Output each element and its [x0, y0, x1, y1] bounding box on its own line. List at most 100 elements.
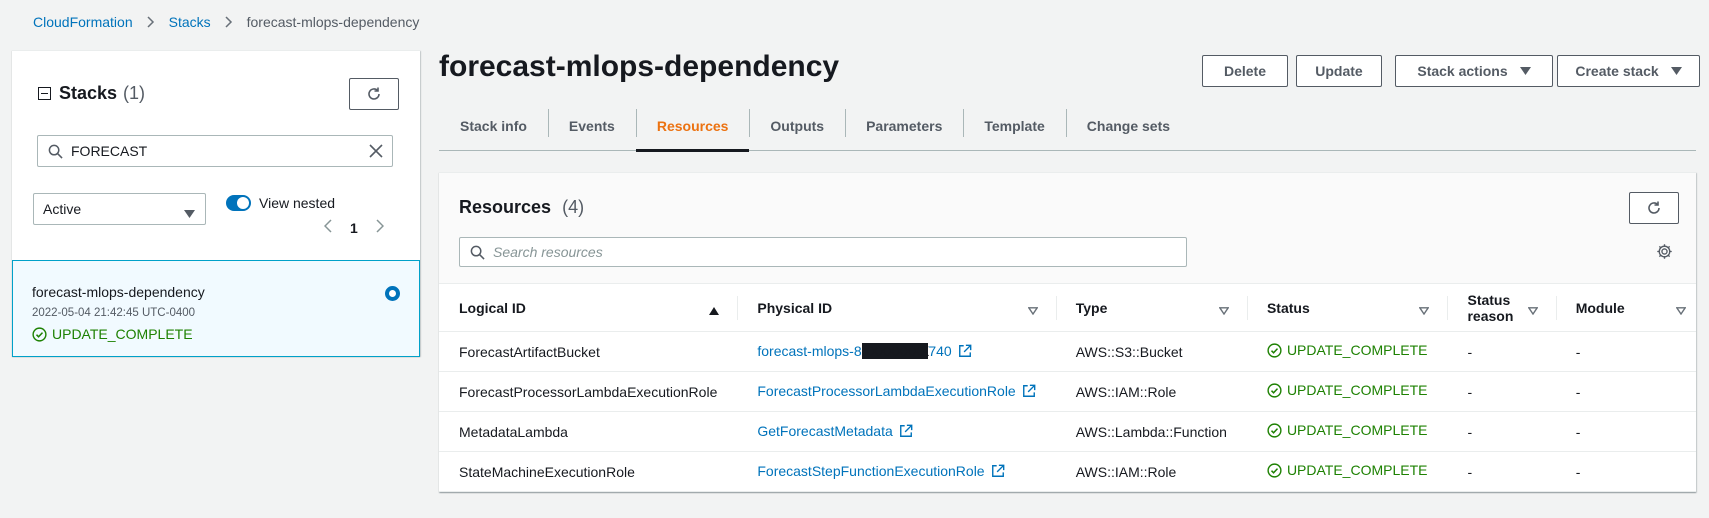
- column-header-module[interactable]: Module: [1555, 283, 1696, 332]
- tab-events[interactable]: Events: [547, 101, 636, 151]
- resources-refresh-button[interactable]: [1629, 192, 1679, 224]
- physical-id-cell: GetForecastMetadata: [737, 411, 1056, 452]
- logical-id-cell: StateMachineExecutionRole: [439, 451, 738, 492]
- sort-icon[interactable]: [1675, 302, 1687, 318]
- view-nested-toggle[interactable]: [226, 195, 251, 211]
- resources-title-text: Resources: [459, 197, 552, 217]
- chevron-right-icon: [225, 16, 233, 28]
- stacks-search-field[interactable]: [37, 135, 393, 167]
- create-stack-button[interactable]: Create stack: [1557, 55, 1700, 87]
- delete-button[interactable]: Delete: [1202, 55, 1288, 87]
- filter-selected-value: Active: [43, 201, 82, 217]
- type-cell: AWS::IAM::Role: [1055, 451, 1247, 492]
- status-reason-cell: -: [1447, 331, 1556, 372]
- search-icon: [470, 245, 485, 260]
- status-text: UPDATE_COMPLETE: [1286, 422, 1428, 439]
- column-header-logical-id[interactable]: Logical ID: [439, 283, 738, 332]
- resources-count: (4): [562, 197, 585, 217]
- type-cell: AWS::IAM::Role: [1055, 371, 1247, 412]
- status-cell: UPDATE_COMPLETE: [1246, 331, 1448, 372]
- table-row: StateMachineExecutionRole ForecastStepFu…: [439, 451, 1696, 492]
- breadcrumb-cloudformation-link[interactable]: CloudFormation: [33, 14, 133, 30]
- tab-resources[interactable]: Resources: [635, 101, 750, 152]
- resources-table: Logical ID Physical ID Type Status Statu…: [439, 283, 1696, 492]
- success-check-icon: [1267, 343, 1282, 358]
- stack-actions-button[interactable]: Stack actions: [1395, 55, 1553, 87]
- success-check-icon: [32, 326, 47, 342]
- external-link-icon[interactable]: [958, 344, 972, 361]
- physical-id-link[interactable]: GetForecastMetadata: [757, 423, 892, 439]
- search-icon: [48, 144, 63, 159]
- module-cell: -: [1555, 331, 1696, 372]
- stacks-refresh-button[interactable]: [349, 78, 399, 110]
- column-header-status[interactable]: Status: [1246, 283, 1448, 332]
- tab-change-sets[interactable]: Change sets: [1065, 101, 1191, 151]
- physical-id-link[interactable]: ForecastProcessorLambdaExecutionRole: [757, 383, 1015, 399]
- success-check-icon: [1267, 383, 1282, 398]
- status-reason-cell: -: [1447, 411, 1556, 452]
- chevron-right-icon: [147, 16, 155, 28]
- stack-list-item[interactable]: forecast-mlops-dependency 2022-05-04 21:…: [12, 260, 420, 357]
- stack-name[interactable]: forecast-mlops-dependency: [32, 284, 205, 300]
- update-button[interactable]: Update: [1296, 55, 1382, 87]
- sort-icon[interactable]: [1527, 302, 1539, 318]
- physical-id-link[interactable]: ForecastStepFunctionExecutionRole: [757, 463, 984, 479]
- resources-search-input[interactable]: [493, 244, 1093, 260]
- stack-select-radio[interactable]: [385, 286, 400, 301]
- status-cell: UPDATE_COMPLETE: [1246, 451, 1448, 492]
- stacks-panel-header[interactable]: Stacks (1): [38, 83, 145, 104]
- clear-search-icon[interactable]: [367, 142, 385, 165]
- sort-ascending-icon[interactable]: [709, 302, 720, 318]
- stack-status-filter-select[interactable]: Active: [33, 193, 206, 225]
- external-link-icon[interactable]: [1022, 384, 1036, 401]
- resources-title: Resources (4): [459, 197, 584, 218]
- external-link-icon[interactable]: [991, 464, 1005, 481]
- table-row: ForecastProcessorLambdaExecutionRole For…: [439, 371, 1696, 412]
- physical-id-cell: ForecastStepFunctionExecutionRole: [737, 451, 1056, 492]
- stack-actions-label: Stack actions: [1417, 63, 1508, 79]
- physical-id-cell: forecast-mlops-8XXXXXXXX740: [737, 331, 1056, 372]
- stacks-search-input[interactable]: [71, 143, 351, 159]
- resources-search-field[interactable]: [459, 237, 1187, 267]
- breadcrumb-stacks-link[interactable]: Stacks: [169, 14, 211, 30]
- status-cell: UPDATE_COMPLETE: [1246, 411, 1448, 452]
- column-header-physical-id[interactable]: Physical ID: [737, 283, 1056, 332]
- gear-icon[interactable]: [1656, 243, 1673, 265]
- status-cell: UPDATE_COMPLETE: [1246, 371, 1448, 412]
- stacks-pagination: 1: [323, 219, 384, 236]
- external-link-icon[interactable]: [899, 424, 913, 441]
- stack-status-text: UPDATE_COMPLETE: [52, 326, 193, 342]
- module-cell: -: [1555, 411, 1696, 452]
- stack-detail-tabs: Stack info Events Resources Outputs Para…: [439, 101, 1696, 152]
- chevron-left-icon[interactable]: [323, 219, 332, 236]
- tab-stack-info[interactable]: Stack info: [439, 101, 548, 151]
- status-reason-cell: -: [1447, 371, 1556, 412]
- status-reason-cell: -: [1447, 451, 1556, 492]
- chevron-right-icon[interactable]: [376, 219, 384, 236]
- stack-timestamp: 2022-05-04 21:42:45 UTC-0400: [32, 307, 196, 319]
- tab-outputs[interactable]: Outputs: [749, 101, 845, 151]
- caret-down-icon: [184, 205, 195, 221]
- tab-parameters[interactable]: Parameters: [845, 101, 963, 151]
- stacks-panel: Stacks (1) Active View nested 1 forecast…: [12, 50, 420, 357]
- table-header-row: Logical ID Physical ID Type Status Statu…: [439, 283, 1696, 332]
- type-cell: AWS::S3::Bucket: [1055, 331, 1247, 372]
- physical-id-link[interactable]: forecast-mlops-8XXXXXXXX740: [757, 342, 952, 359]
- breadcrumb: CloudFormation Stacks forecast-mlops-dep…: [33, 14, 419, 30]
- sort-icon[interactable]: [1418, 302, 1431, 318]
- stacks-count: (1): [123, 83, 146, 103]
- type-cell: AWS::Lambda::Function: [1055, 411, 1247, 452]
- view-nested-toggle-group[interactable]: View nested: [226, 195, 335, 211]
- status-text: UPDATE_COMPLETE: [1286, 342, 1428, 359]
- status-text: UPDATE_COMPLETE: [1286, 462, 1428, 479]
- refresh-icon: [1648, 201, 1660, 214]
- column-header-status-reason[interactable]: Status reason: [1447, 283, 1556, 332]
- success-check-icon: [1267, 423, 1282, 438]
- tab-template[interactable]: Template: [963, 101, 1065, 151]
- sort-icon[interactable]: [1027, 302, 1039, 318]
- page-number[interactable]: 1: [350, 220, 358, 236]
- collapse-icon[interactable]: [38, 87, 51, 100]
- logical-id-cell: ForecastArtifactBucket: [439, 331, 738, 372]
- column-header-type[interactable]: Type: [1055, 283, 1247, 332]
- sort-icon[interactable]: [1218, 302, 1230, 318]
